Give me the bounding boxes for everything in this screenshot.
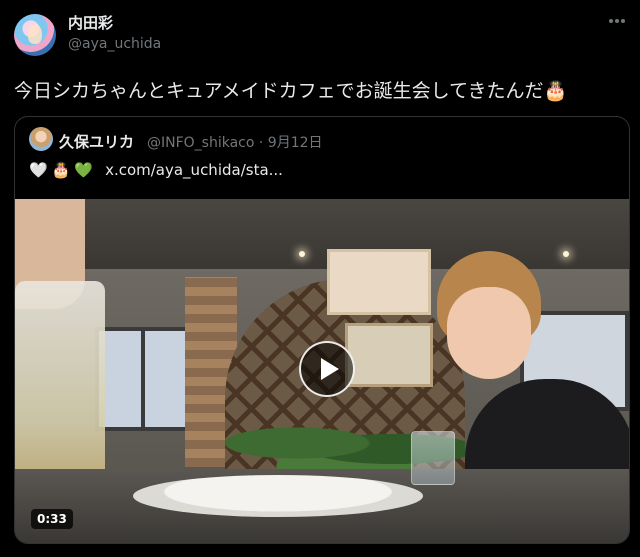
white-heart-emoji: 🤍 <box>29 161 48 179</box>
author-handle[interactable]: @aya_uchida <box>68 36 161 52</box>
scene-drink-glass <box>15 281 105 481</box>
quoted-author-handle: @INFO_shikaco <box>147 135 255 151</box>
scene-poster-top <box>327 249 431 315</box>
video-player[interactable]: 0:33 <box>15 199 629 543</box>
more-horizontal-icon-dot <box>615 19 619 23</box>
ceiling-light <box>299 251 305 257</box>
more-horizontal-icon <box>609 19 613 23</box>
quoted-post-meta: @INFO_shikaco · 9月12日 <box>147 132 323 152</box>
play-button[interactable] <box>299 341 355 397</box>
play-icon <box>320 358 339 380</box>
more-horizontal-icon-dot <box>621 19 625 23</box>
scene-plate <box>133 475 423 517</box>
quoted-author-display-name[interactable]: 久保ユリカ <box>59 131 134 152</box>
quoted-post-text: 🤍 🎂 💚 x.com/aya_uchida/sta... <box>29 161 283 179</box>
scene-person-face <box>447 287 531 379</box>
scene-water-glass <box>411 431 455 485</box>
scene-window-left <box>95 327 191 431</box>
author-avatar[interactable] <box>14 14 56 56</box>
tweet-text: 今日シカちゃんとキュアメイドカフェでお誕生会してきたんだ🎂 <box>14 80 568 102</box>
more-options-button[interactable] <box>606 10 628 32</box>
green-heart-emoji: 💚 <box>74 161 94 179</box>
scene-poster-bottom <box>345 323 433 387</box>
quoted-post-date[interactable]: 9月12日 <box>268 135 323 151</box>
quoted-post-card[interactable]: 久保ユリカ @INFO_shikaco · 9月12日 🤍 🎂 💚 x.com/… <box>14 116 630 544</box>
post-container: 内田彩 @aya_uchida 今日シカちゃんとキュアメイドカフェでお誕生会して… <box>0 0 640 557</box>
meta-separator: · <box>254 135 268 151</box>
author-display-name[interactable]: 内田彩 <box>68 12 113 33</box>
quoted-author-avatar[interactable] <box>29 127 53 151</box>
quoted-post-link[interactable]: x.com/aya_uchida/sta... <box>105 161 283 179</box>
video-duration-badge: 0:33 <box>31 509 73 529</box>
birthday-cake-emoji: 🎂 <box>51 161 71 179</box>
